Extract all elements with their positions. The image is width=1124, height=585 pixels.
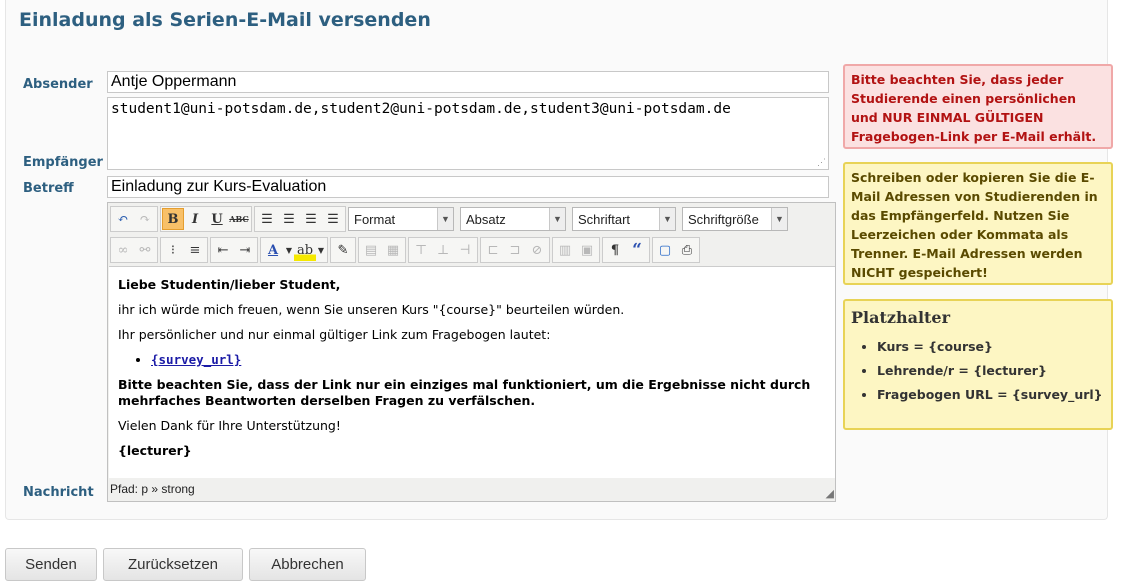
align-justify-icon[interactable]: ☰ [322,208,344,230]
format-select[interactable]: Format ▼ [348,207,454,231]
list-item: Fragebogen URL = {survey_url} [877,385,1105,404]
greeting-text: Liebe Studentin/lieber Student, [118,277,341,292]
bold-button[interactable]: B [162,208,184,230]
table-group: ▤ ▦ [358,237,406,263]
insert-col-before-icon[interactable]: ⊏ [482,239,504,261]
paragraph-select-label: Absatz [466,211,506,227]
rich-text-editor: ↶ ↷ B I U ABC ☰ ☰ ☰ ☰ Format ▼ Absatz ▼ Sc… [107,202,836,502]
fullscreen-icon[interactable]: ▢ [654,239,676,261]
toolbar-row-2: ∞ ⚯ ⁝ ≡ ⇤ ⇥ A ▼ ab ▼ ✎ ▤ ▦ ⊤ ⊥ ⊣ ⊏ ⊐ ⊘ ▥… [110,236,702,264]
resize-grip-icon[interactable]: ⋰ [817,158,826,168]
link-group: ∞ ⚯ [110,237,158,263]
message-label: Nachricht [23,485,94,500]
recipients-textarea[interactable]: student1@uni-potsdam.de,student2@uni-pot… [107,97,829,170]
outdent-icon[interactable]: ⇤ [212,239,234,261]
indent-icon[interactable]: ⇥ [234,239,256,261]
font-size-select-label: Schriftgröße [688,211,759,227]
table-merge-group: ▥ ▣ [552,237,600,263]
delete-row-icon[interactable]: ⊣ [454,239,476,261]
toolbar-row-1: ↶ ↷ B I U ABC ☰ ☰ ☰ ☰ Format ▼ Absatz ▼ Sc… [110,205,788,233]
unlink-icon[interactable]: ⚯ [134,239,156,261]
blockquote-button[interactable]: “ [626,239,648,261]
table-col-group: ⊏ ⊐ ⊘ [480,237,550,263]
align-right-icon[interactable]: ☰ [300,208,322,230]
indent-group: ⇤ ⇥ [210,237,258,263]
survey-url-link[interactable]: {survey_url} [151,352,241,367]
italic-button[interactable]: I [184,208,206,230]
delete-col-icon[interactable]: ⊘ [526,239,548,261]
table-insert-group: ⊤ ⊥ ⊣ [408,237,478,263]
chevron-down-icon[interactable]: ▼ [284,239,294,261]
warning-text: Bitte beachten Sie, dass der Link nur ei… [118,377,811,408]
alignment-group: ☰ ☰ ☰ ☰ [254,206,346,232]
list-group: ⁝ ≡ [160,237,208,263]
intro-text: ihr ich würde mich freuen, wenn Sie unse… [118,302,625,317]
edit-group: ✎ [330,237,356,263]
signature-text: {lecturer} [118,443,192,458]
strikethrough-button[interactable]: ABC [228,208,250,230]
recipients-label: Empfänger [23,155,103,170]
list-item: Lehrende/r = {lecturer} [877,361,1105,380]
align-left-icon[interactable]: ☰ [256,208,278,230]
placeholder-title: Platzhalter [851,308,951,327]
thanks-text: Vielen Dank für Ihre Unterstützung! [118,418,341,433]
format-extra-group: ¶ “ [602,237,650,263]
insert-row-before-icon[interactable]: ⊤ [410,239,432,261]
placeholder-list: Kurs = {course} Lehrende/r = {lecturer} … [877,337,1105,404]
element-path: Pfad: p » strong [110,482,195,496]
split-cells-icon[interactable]: ▥ [554,239,576,261]
link-intro-text: Ihr persönlicher und nur einmal gültiger… [118,327,551,342]
numbered-list-icon[interactable]: ≡ [184,239,206,261]
sender-label: Absender [23,77,93,92]
insert-row-after-icon[interactable]: ⊥ [432,239,454,261]
chevron-down-icon: ▼ [549,208,565,230]
insert-col-after-icon[interactable]: ⊐ [504,239,526,261]
list-item: {survey_url} [151,352,826,368]
resize-handle-icon[interactable]: ◢ [826,487,834,500]
sender-input[interactable] [107,71,829,93]
send-button[interactable]: Senden [5,548,97,581]
redo-icon[interactable]: ↷ [134,208,156,230]
paragraph-select[interactable]: Absatz ▼ [460,207,566,231]
text-color-icon[interactable]: A [262,239,284,261]
edit-source-icon[interactable]: ✎ [332,239,354,261]
chevron-down-icon[interactable]: ▼ [316,239,326,261]
chevron-down-icon: ▼ [437,208,453,230]
text-style-group: B I U ABC [160,206,252,232]
font-size-select[interactable]: Schriftgröße ▼ [682,207,788,231]
list-item: Kurs = {course} [877,337,1105,356]
link-icon[interactable]: ∞ [112,239,134,261]
alert-note: Bitte beachten Sie, dass jeder Studieren… [843,64,1113,149]
reset-button[interactable]: Zurücksetzen [103,548,243,581]
link-list: {survey_url} [151,352,826,368]
highlight-color-icon[interactable]: ab [294,239,316,261]
subject-input[interactable] [107,176,829,198]
cancel-button[interactable]: Abbrechen [249,548,366,581]
table-cell-icon[interactable]: ▦ [382,239,404,261]
underline-button[interactable]: U [206,208,228,230]
chevron-down-icon: ▼ [659,208,675,230]
merge-cells-icon[interactable]: ▣ [576,239,598,261]
info-note: Schreiben oder kopieren Sie die E-Mail A… [843,162,1113,285]
page-title: Einladung als Serien-E-Mail versenden [19,9,431,31]
bullet-list-icon[interactable]: ⁝ [162,239,184,261]
chevron-down-icon: ▼ [771,208,787,230]
print-icon[interactable]: ⎙ [676,239,698,261]
undo-redo-group: ↶ ↷ [110,206,158,232]
font-family-select[interactable]: Schriftart ▼ [572,207,676,231]
placeholder-box: Platzhalter Kurs = {course} Lehrende/r =… [843,299,1113,430]
undo-icon[interactable]: ↶ [112,208,134,230]
show-paragraphs-button[interactable]: ¶ [604,239,626,261]
color-group: A ▼ ab ▼ [260,237,328,263]
format-select-label: Format [354,211,396,227]
recipients-value: student1@uni-potsdam.de,student2@uni-pot… [111,101,731,117]
align-center-icon[interactable]: ☰ [278,208,300,230]
subject-label: Betreff [23,181,74,196]
editor-content[interactable]: Liebe Studentin/lieber Student, ihr ich … [109,266,835,478]
view-group: ▢ ⎙ [652,237,700,263]
table-row-icon[interactable]: ▤ [360,239,382,261]
font-family-select-label: Schriftart [578,211,631,227]
